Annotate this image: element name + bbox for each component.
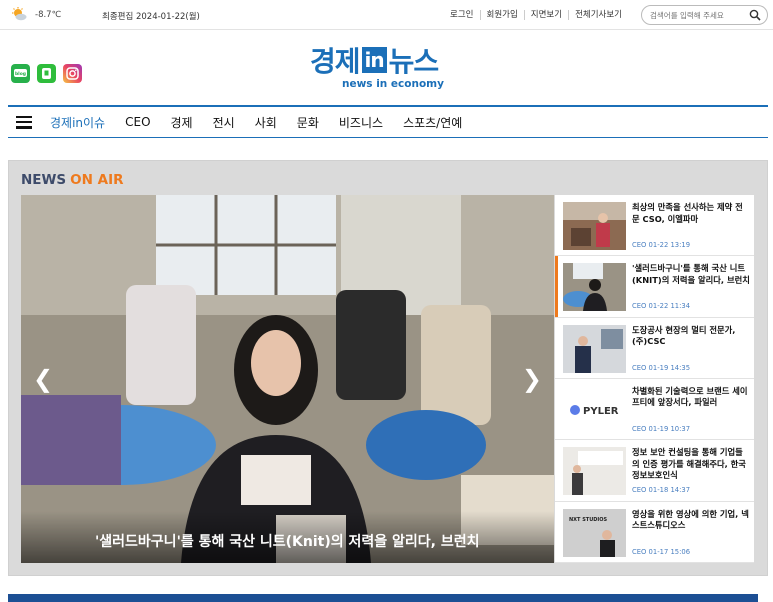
bottom-banner [8, 594, 758, 602]
last-updated: 최종편집 2024-01-22(월) [102, 12, 200, 22]
logo-part-1: 경제 [310, 45, 361, 78]
section-title-news: NEWS [21, 172, 67, 188]
list-item[interactable]: '샐러드바구니'를 통해 국산 니트(KNIT)의 저력을 알리다, 브런치 C… [555, 256, 754, 318]
thumbnail-image [563, 324, 626, 373]
list-item[interactable]: PYLER 차별화된 기술력으로 브랜드 세이프티에 앞장서다, 파일러 CEO… [555, 379, 754, 441]
pyler-logo-text: PYLER [583, 406, 619, 417]
menu-icon[interactable] [16, 115, 32, 129]
svg-text:blog: blog [15, 71, 26, 77]
list-item-title: '샐러드바구니'를 통해 국산 니트(KNIT)의 저력을 알리다, 브런치 [632, 263, 750, 285]
list-item-meta: CEO 01-18 14:37 [632, 486, 691, 495]
thumbnail-image: PYLER [563, 385, 626, 434]
print-edition-link[interactable]: 지면보기 [523, 10, 568, 20]
search-box [641, 5, 768, 25]
prev-slide-button[interactable]: ❮ [33, 365, 53, 393]
instagram-icon[interactable] [63, 64, 82, 83]
nav-item-sports[interactable]: 스포츠/연예 [403, 114, 462, 131]
sun-cloud-icon [12, 7, 27, 21]
nav-item-issue[interactable]: 경제in이슈 [50, 114, 105, 131]
list-item-title: 영상을 위한 영상에 의한 기업, 넥스트스튜디오스 [632, 508, 749, 531]
thumbnail-image [563, 447, 626, 496]
hero-slide[interactable]: ❮ ❯ '샐러드바구니'를 통해 국산 니트(Knit)의 저력을 알리다, 브… [21, 195, 554, 563]
blog-icon[interactable]: blog [11, 64, 30, 83]
list-item-meta: CEO 01-19 14:35 [632, 363, 691, 372]
list-item-title: 차별화된 기술력으로 브랜드 세이프티에 앞장서다, 파일러 [632, 385, 748, 408]
social-links: blog [11, 64, 82, 83]
signup-link[interactable]: 회원가입 [479, 10, 524, 20]
thumbnail-image [563, 202, 626, 250]
next-slide-button[interactable]: ❯ [522, 365, 542, 393]
nav-item-business[interactable]: 비즈니스 [339, 114, 383, 131]
band-icon[interactable] [37, 64, 56, 83]
temperature: -8.7℃ [35, 10, 62, 20]
logo-part-3: 뉴스 [388, 45, 440, 78]
site-logo[interactable]: 경제 in 뉴스 news in economy [310, 43, 470, 90]
login-link[interactable]: 로그인 [444, 10, 479, 20]
search-input[interactable] [650, 6, 750, 24]
list-item-meta: CEO 01-22 11:34 [632, 302, 691, 311]
list-item-meta: CEO 01-22 13:19 [632, 241, 691, 249]
search-icon[interactable] [749, 9, 761, 21]
nav-item-exhibition[interactable]: 전시 [213, 114, 235, 131]
nav-item-culture[interactable]: 문화 [297, 114, 319, 131]
logo-part-2: in [361, 47, 387, 73]
top-bar: -8.7℃ 최종편집 2024-01-22(월) 로그인 회원가입 지면보기 전… [0, 0, 773, 30]
news-on-air-section: NEWS ON AIR ❮ ❯ '샐러드바구니'를 통해 국산 니트(Knit)… [8, 160, 768, 576]
list-item-title: 정보 보안 컨설팅을 통해 기업들의 인증 평가를 해결해주다, 한국정보보호인… [632, 447, 746, 481]
list-item[interactable]: 도장공사 현장의 멀티 전문가, (주)CSC CEO 01-19 14:35 [555, 318, 754, 379]
thumbnail-image [563, 263, 626, 312]
list-item[interactable]: 정보 보안 컨설팅을 통해 기업들의 인증 평가를 해결해주다, 한국정보보호인… [555, 440, 754, 502]
main-nav: 경제in이슈 CEO 경제 전시 사회 문화 비즈니스 스포츠/연예 [8, 105, 768, 138]
list-item[interactable]: 최상의 만족을 선사하는 제약 전문 CSO, 이엘파마 CEO 01-22 1… [555, 195, 754, 257]
list-item-title: 도장공사 현장의 멀티 전문가, (주)CSC [632, 324, 736, 347]
list-item-meta: CEO 01-17 15:06 [632, 547, 691, 556]
hero-caption[interactable]: '샐러드바구니'를 통해 국산 니트(Knit)의 저력을 알리다, 브런치 [95, 531, 479, 551]
list-item-meta: CEO 01-19 10:37 [632, 424, 691, 433]
logo-tagline: news in economy [342, 78, 444, 90]
section-title: NEWS ON AIR [21, 172, 123, 188]
section-title-onair: ON AIR [70, 172, 124, 188]
hero-photo [21, 195, 554, 563]
top-links: 로그인 회원가입 지면보기 전체기사보기 [444, 10, 628, 20]
nav-item-ceo[interactable]: CEO [125, 115, 150, 129]
list-item-title: 최상의 만족을 선사하는 제약 전문 CSO, 이엘파마 [632, 202, 743, 224]
nav-item-society[interactable]: 사회 [255, 114, 277, 131]
thumbnail-image: NXT STUDIOS [563, 508, 626, 557]
nav-item-economy[interactable]: 경제 [171, 114, 193, 131]
news-list: 최상의 만족을 선사하는 제약 전문 CSO, 이엘파마 CEO 01-22 1… [555, 195, 754, 563]
all-articles-link[interactable]: 전체기사보기 [568, 10, 628, 20]
nxt-logo-text: NXT STUDIOS [569, 517, 608, 523]
list-item[interactable]: NXT STUDIOS 영상을 위한 영상에 의한 기업, 넥스트스튜디오스 C… [555, 502, 754, 563]
hero-caption-bar: '샐러드바구니'를 통해 국산 니트(Knit)의 저력을 알리다, 브런치 [21, 511, 554, 563]
